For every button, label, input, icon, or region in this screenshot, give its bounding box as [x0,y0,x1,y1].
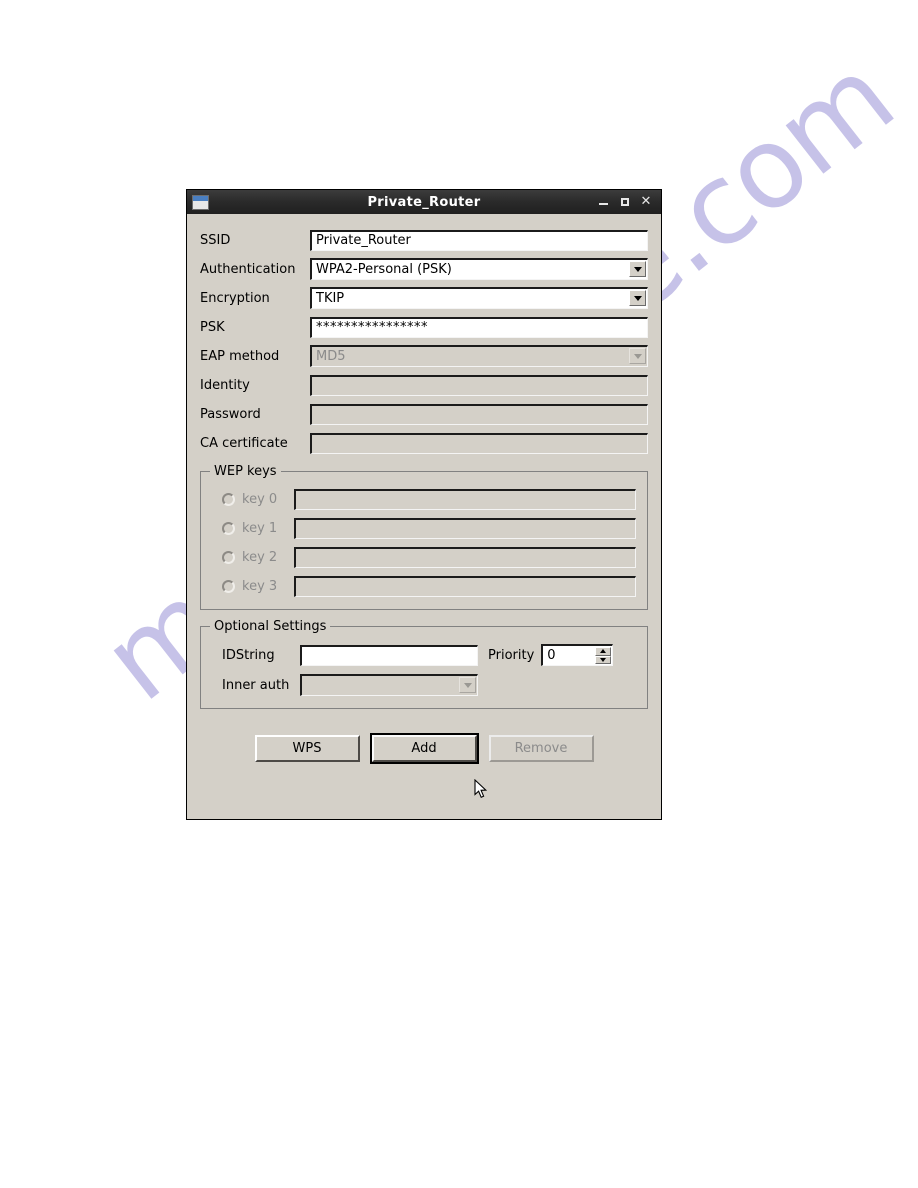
psk-masked-value: **************** [316,320,428,335]
authentication-select[interactable]: WPA2-Personal (PSK) [310,258,648,280]
label-inner-auth: Inner auth [222,677,290,693]
field-row-identity: Identity [200,373,648,397]
label-idstring: IDString [222,647,275,663]
field-row-ca-certificate: CA certificate [200,431,648,455]
label-identity: Identity [200,377,250,393]
close-icon[interactable]: ✕ [640,195,652,208]
window-title: Private_Router [367,194,481,210]
idstring-row: IDString Priority 0 [212,643,636,667]
wep-key-3-radio[interactable] [222,580,235,593]
wep-key-0-radio[interactable] [222,493,235,506]
label-authentication: Authentication [200,261,296,277]
eap-method-value: MD5 [316,349,346,364]
priority-stepper-buttons [595,647,612,664]
add-button[interactable]: Add [369,733,479,764]
wpa-supplicant-network-dialog: Private_Router ✕ SSID Private_Router Aut… [186,189,662,820]
ca-certificate-input[interactable] [310,432,648,454]
wep-key-2-label: key 2 [242,550,278,565]
chevron-down-icon [629,348,646,364]
wep-key-3-input[interactable] [294,576,636,597]
field-row-password: Password [200,402,648,426]
inner-auth-select[interactable] [300,674,478,696]
priority-stepper[interactable]: 0 [541,644,614,666]
psk-input[interactable]: **************** [310,316,648,338]
wep-key-2-radio[interactable] [222,551,235,564]
label-psk: PSK [200,319,225,335]
window-icon [192,194,209,210]
chevron-up-icon[interactable] [595,647,612,656]
wep-key-row-3: key 3 [212,575,636,598]
inner-auth-row: Inner auth [212,673,636,697]
encryption-select[interactable]: TKIP [310,287,648,309]
label-eap-method: EAP method [200,348,280,364]
label-password: Password [200,406,261,422]
optional-settings-group: Optional Settings IDString Priority 0 In… [200,619,648,709]
field-row-psk: PSK **************** [200,315,648,339]
field-row-authentication: Authentication WPA2-Personal (PSK) [200,257,648,281]
label-ca-certificate: CA certificate [200,435,288,451]
window-controls: ✕ [598,195,657,208]
wep-keys-group: WEP keys key 0 key 1 key 2 key 3 [200,464,648,610]
maximize-icon[interactable] [619,196,631,208]
label-encryption: Encryption [200,290,270,306]
wep-key-2-input[interactable] [294,547,636,568]
eap-method-select[interactable]: MD5 [310,345,648,367]
encryption-value: TKIP [316,291,345,306]
wep-key-0-input[interactable] [294,489,636,510]
wep-keys-group-title: WEP keys [210,464,281,479]
field-row-encryption: Encryption TKIP [200,286,648,310]
chevron-down-icon[interactable] [595,655,612,664]
authentication-value: WPA2-Personal (PSK) [316,262,452,277]
priority-value: 0 [547,648,556,663]
wep-key-0-label: key 0 [242,492,278,507]
optional-settings-group-title: Optional Settings [210,619,331,634]
window-titlebar[interactable]: Private_Router ✕ [187,190,661,214]
ssid-input[interactable]: Private_Router [310,229,648,251]
wep-key-1-radio[interactable] [222,522,235,535]
chevron-down-icon[interactable] [629,261,646,277]
field-row-eap-method: EAP method MD5 [200,344,648,368]
label-ssid: SSID [200,232,231,248]
wep-key-1-input[interactable] [294,518,636,539]
identity-input[interactable] [310,374,648,396]
wps-button[interactable]: WPS [254,735,360,762]
idstring-input[interactable] [300,644,478,666]
wep-key-3-label: key 3 [242,579,278,594]
wep-key-row-0: key 0 [212,488,636,511]
remove-button: Remove [488,735,594,762]
wep-key-row-2: key 2 [212,546,636,569]
wep-key-row-1: key 1 [212,517,636,540]
password-input[interactable] [310,403,648,425]
wep-key-1-label: key 1 [242,521,278,536]
dialog-body: SSID Private_Router Authentication WPA2-… [187,214,661,772]
chevron-down-icon [459,677,476,693]
field-row-ssid: SSID Private_Router [200,228,648,252]
dialog-button-row: WPS Add Remove [200,733,648,764]
label-priority: Priority [488,647,535,663]
chevron-down-icon[interactable] [629,290,646,306]
minimize-icon[interactable] [598,196,610,208]
